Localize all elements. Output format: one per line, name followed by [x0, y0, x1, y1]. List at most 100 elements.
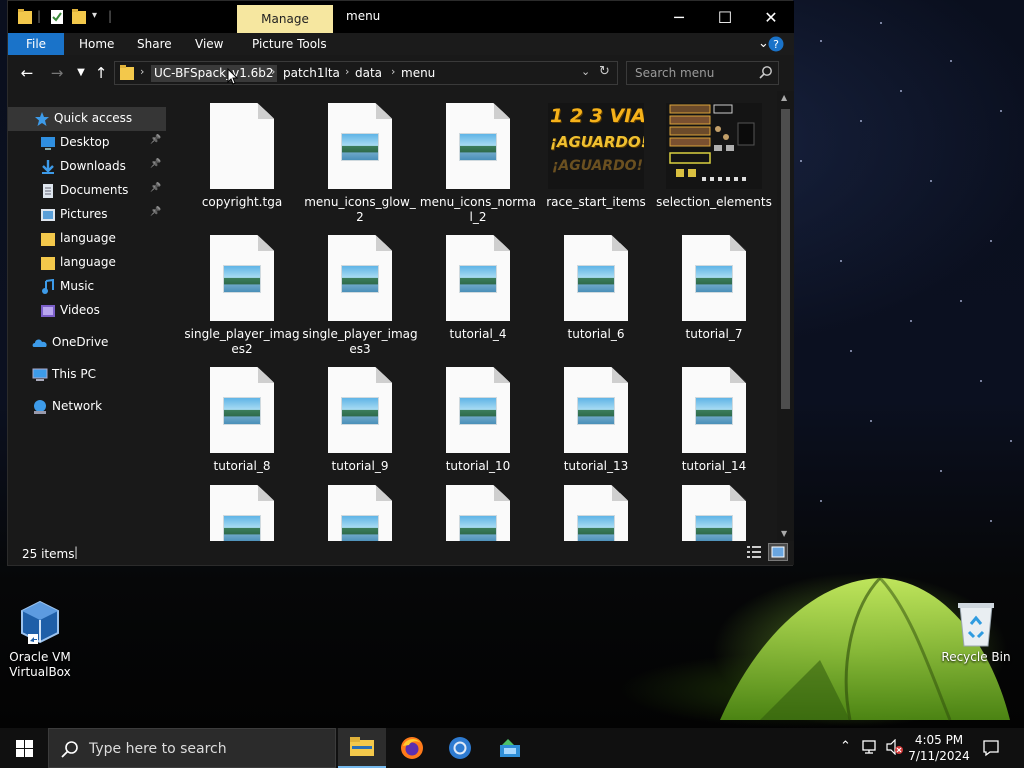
- status-bar: 25 items |: [8, 541, 794, 565]
- star-icon: [34, 111, 50, 127]
- scroll-up-icon[interactable]: ▲: [781, 93, 787, 102]
- start-button[interactable]: [0, 728, 48, 768]
- breadcrumb-item[interactable]: data: [355, 66, 382, 80]
- network-status-icon[interactable]: [862, 739, 880, 758]
- sidebar-item-music[interactable]: Music: [8, 275, 166, 299]
- file-item[interactable]: tutorial_14: [655, 367, 773, 474]
- image-file-icon: [328, 103, 392, 189]
- sidebar-item-language[interactable]: language: [8, 251, 166, 275]
- tab-share[interactable]: Share: [125, 33, 184, 55]
- taskbar-file-explorer[interactable]: [338, 728, 386, 768]
- search-input[interactable]: [635, 65, 755, 81]
- thumb-text: ¡AGUARDO!: [550, 133, 644, 151]
- breadcrumb-item[interactable]: UC-BFSpack_v1.6b2: [151, 65, 277, 82]
- sidebar-item-pictures[interactable]: Pictures 📌: [8, 203, 166, 227]
- file-name: tutorial_14: [681, 459, 747, 473]
- close-button[interactable]: ✕: [748, 1, 794, 33]
- sidebar-item-onedrive[interactable]: OneDrive: [8, 331, 166, 355]
- volume-muted-icon[interactable]: [886, 738, 904, 758]
- breadcrumb-item[interactable]: patch1lta: [283, 66, 340, 80]
- file-name: tutorial_7: [685, 327, 743, 341]
- image-file-icon: [210, 485, 274, 541]
- details-view-icon[interactable]: [746, 545, 762, 562]
- sidebar-item-quick-access[interactable]: Quick access: [8, 107, 166, 131]
- landscape-preview: [223, 265, 261, 293]
- title-bar[interactable]: | ▾ | Manage menu ─ ☐ ✕: [8, 1, 794, 33]
- clock-time: 4:05 PM: [914, 733, 964, 747]
- notifications-icon[interactable]: [982, 739, 1000, 760]
- address-bar[interactable]: › UC-BFSpack_v1.6b2 › patch1lta › data ›…: [114, 61, 618, 85]
- image-file-icon: [564, 367, 628, 453]
- vertical-scrollbar[interactable]: ▲ ▼: [777, 91, 794, 541]
- maximize-button[interactable]: ☐: [702, 1, 748, 33]
- pin-icon: 📌: [150, 183, 162, 193]
- file-item[interactable]: tutorial_9: [301, 367, 419, 474]
- sidebar-item-network[interactable]: Network: [8, 395, 166, 419]
- sidebar-item-desktop[interactable]: Desktop 📌: [8, 131, 166, 155]
- file-item[interactable]: [537, 485, 655, 541]
- desktop-icon-recycle-bin[interactable]: Recycle Bin: [936, 600, 1016, 665]
- sidebar-item-language[interactable]: language: [8, 227, 166, 251]
- file-item[interactable]: selection_elements: [655, 103, 773, 210]
- show-hidden-icons-chevron-icon[interactable]: ⌃: [840, 739, 851, 754]
- tab-view[interactable]: View: [183, 33, 235, 55]
- file-item[interactable]: menu_icons_normal_2: [419, 103, 537, 225]
- thumb-text-shadow: ¡AGUARDO!: [552, 158, 643, 174]
- breadcrumb-item[interactable]: menu: [401, 66, 435, 80]
- taskbar: Type here to search ⌃ 4:05 PM 7/11/2024: [0, 728, 1024, 768]
- file-item[interactable]: [655, 485, 773, 541]
- forward-button[interactable]: →: [48, 64, 66, 82]
- file-item[interactable]: [183, 485, 301, 541]
- landscape-preview: [695, 515, 733, 541]
- large-icons-view-icon[interactable]: [768, 543, 788, 561]
- recent-locations-button[interactable]: ▼: [72, 64, 90, 82]
- new-folder-icon[interactable]: [72, 9, 86, 25]
- landscape-preview: [577, 265, 615, 293]
- scroll-down-icon[interactable]: ▼: [781, 529, 787, 538]
- taskbar-clock[interactable]: 4:05 PM 7/11/2024: [906, 732, 972, 764]
- sidebar-item-this-pc[interactable]: This PC: [8, 363, 166, 387]
- taskbar-app[interactable]: [486, 728, 534, 768]
- tab-picture-tools[interactable]: Picture Tools: [240, 33, 339, 55]
- tab-manage[interactable]: Manage: [237, 5, 333, 33]
- file-item[interactable]: tutorial_7: [655, 235, 773, 342]
- file-item[interactable]: [419, 485, 537, 541]
- file-item[interactable]: tutorial_8: [183, 367, 301, 474]
- file-item[interactable]: [301, 485, 419, 541]
- tab-home[interactable]: Home: [67, 33, 126, 55]
- file-item[interactable]: copyright.tga: [183, 103, 301, 210]
- image-file-icon: [328, 367, 392, 453]
- search-box[interactable]: [626, 61, 779, 85]
- image-file-icon: [446, 235, 510, 321]
- back-button[interactable]: ←: [18, 64, 36, 82]
- file-item[interactable]: single_player_images2: [183, 235, 301, 357]
- file-item[interactable]: tutorial_4: [419, 235, 537, 342]
- file-item[interactable]: tutorial_6: [537, 235, 655, 342]
- sidebar-item-downloads[interactable]: Downloads 📌: [8, 155, 166, 179]
- taskbar-search[interactable]: Type here to search: [48, 728, 336, 768]
- customize-toolbar-chevron-icon[interactable]: ▾: [92, 10, 97, 26]
- breadcrumb-separator-icon: ›: [391, 65, 396, 78]
- sidebar-item-documents[interactable]: Documents 📌: [8, 179, 166, 203]
- tab-file[interactable]: File: [8, 33, 64, 55]
- desktop-icon-virtualbox[interactable]: Oracle VM VirtualBox: [0, 600, 80, 680]
- folder-icon: [120, 65, 134, 84]
- address-history-chevron-icon[interactable]: ⌄: [581, 65, 590, 78]
- star: [820, 40, 822, 42]
- taskbar-chrome[interactable]: [436, 728, 484, 768]
- properties-icon[interactable]: [50, 9, 64, 25]
- file-item[interactable]: tutorial_10: [419, 367, 537, 474]
- scroll-thumb[interactable]: [781, 109, 790, 409]
- up-button[interactable]: ↑: [92, 64, 110, 82]
- search-icon[interactable]: [759, 65, 773, 82]
- file-item[interactable]: 1 2 3 VIA! ¡AGUARDO! ¡AGUARDO! race_start_i…: [537, 103, 655, 210]
- arrow-right-icon: →: [50, 64, 64, 82]
- file-item[interactable]: tutorial_13: [537, 367, 655, 474]
- file-item[interactable]: single_player_images3: [301, 235, 419, 357]
- minimize-button[interactable]: ─: [656, 1, 702, 33]
- file-item[interactable]: menu_icons_glow_2: [301, 103, 419, 225]
- sidebar-item-videos[interactable]: Videos: [8, 299, 166, 323]
- landscape-preview: [459, 133, 497, 161]
- refresh-icon[interactable]: ↻: [599, 64, 610, 79]
- taskbar-firefox[interactable]: [388, 728, 436, 768]
